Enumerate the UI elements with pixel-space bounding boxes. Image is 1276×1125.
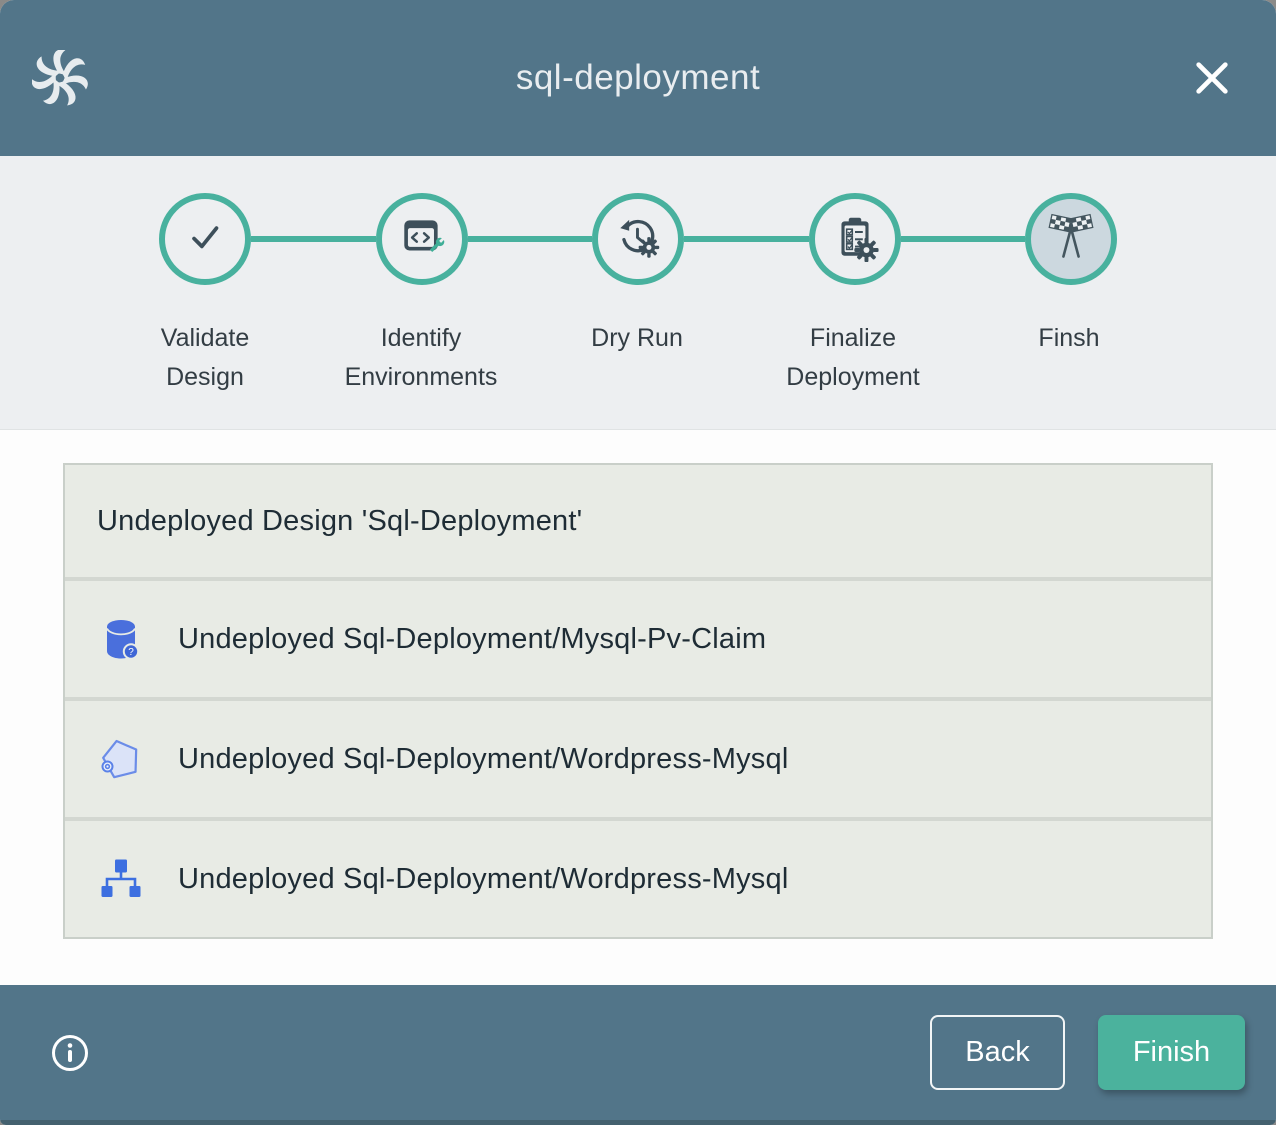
dialog-header: sql-deployment xyxy=(0,0,1276,156)
step-label-finish: Finsh xyxy=(961,319,1177,397)
dry-run-results-area: Undeployed Design 'Sql-Deployment' ? Und… xyxy=(0,430,1276,985)
stepper-connector xyxy=(684,236,809,242)
status-text: Undeployed Design 'Sql-Deployment' xyxy=(97,505,582,538)
step-label-dry-run: Dry Run xyxy=(529,319,745,397)
footer-buttons: Back Finish xyxy=(930,1015,1245,1090)
code-window-wrench-icon xyxy=(397,212,447,267)
step-label-identify-environments: Identify Environments xyxy=(313,319,529,397)
step-finalize-deployment xyxy=(809,193,901,285)
stepper-connector xyxy=(901,236,1026,242)
deployment-status-list: Undeployed Design 'Sql-Deployment' ? Und… xyxy=(63,463,1213,939)
checkered-flags-icon xyxy=(1045,211,1097,268)
back-button[interactable]: Back xyxy=(930,1015,1065,1090)
status-text: Undeployed Sql-Deployment/Mysql-Pv-Claim xyxy=(178,623,766,656)
dialog-title: sql-deployment xyxy=(516,58,760,98)
svg-text:?: ? xyxy=(128,647,134,658)
stepper-connector xyxy=(251,236,376,242)
close-icon xyxy=(1192,86,1232,101)
status-row-wordpress-mysql-pod: Undeployed Sql-Deployment/Wordpress-Mysq… xyxy=(65,697,1211,817)
stepper-labels-row: Validate Design Identify Environments Dr… xyxy=(0,319,1276,397)
database-question-icon: ? xyxy=(97,615,145,663)
finish-button[interactable]: Finish xyxy=(1098,1015,1245,1090)
status-row-mysql-pv-claim: ? Undeployed Sql-Deployment/Mysql-Pv-Cla… xyxy=(65,577,1211,697)
step-label-validate-design: Validate Design xyxy=(97,319,313,397)
wizard-stepper: Validate Design Identify Environments Dr… xyxy=(0,156,1276,430)
clipboard-checklist-gear-icon xyxy=(830,212,880,267)
step-identify-environments xyxy=(376,193,468,285)
step-validate-design xyxy=(159,193,251,285)
stepper-connector xyxy=(468,236,593,242)
info-button[interactable] xyxy=(50,1033,90,1073)
sitemap-hierarchy-icon xyxy=(97,855,145,903)
meshery-logo-icon xyxy=(32,50,88,106)
dialog-footer: Back Finish xyxy=(0,985,1276,1120)
step-finish xyxy=(1025,193,1117,285)
deployment-wizard-modal: sql-deployment xyxy=(0,0,1276,1125)
status-text: Undeployed Sql-Deployment/Wordpress-Mysq… xyxy=(178,743,788,776)
checkmark-icon xyxy=(180,212,230,267)
info-circle-icon xyxy=(50,1061,90,1076)
close-button[interactable] xyxy=(1186,52,1238,104)
step-dry-run xyxy=(592,193,684,285)
stepper-circles-row xyxy=(0,193,1276,285)
status-row-design: Undeployed Design 'Sql-Deployment' xyxy=(65,465,1211,577)
modal-bottom-edge xyxy=(0,1120,1276,1125)
status-text: Undeployed Sql-Deployment/Wordpress-Mysq… xyxy=(178,863,788,896)
status-row-wordpress-mysql-service: Undeployed Sql-Deployment/Wordpress-Mysq… xyxy=(65,817,1211,937)
step-label-finalize-deployment: Finalize Deployment xyxy=(745,319,961,397)
refresh-gear-icon xyxy=(613,212,663,267)
pod-pentagon-icon xyxy=(97,735,145,783)
